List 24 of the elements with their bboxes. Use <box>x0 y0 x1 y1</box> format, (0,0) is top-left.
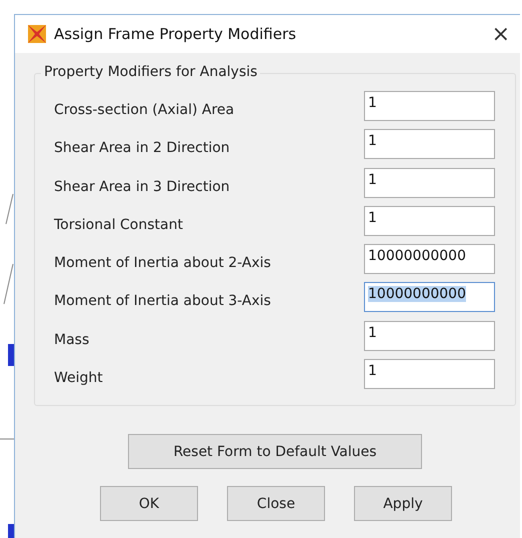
dialog-button[interactable]: Apply <box>354 486 452 521</box>
window-title: Assign Frame Property Modifiers <box>54 25 298 43</box>
dialog-button[interactable]: Close <box>227 486 325 521</box>
dialog-button[interactable]: OK <box>100 486 198 521</box>
field-label: Torsional Constant <box>54 216 183 233</box>
input-field[interactable]: 1 <box>364 91 495 121</box>
field-label: Moment of Inertia about 3-Axis <box>54 292 271 310</box>
input-field[interactable]: 1 <box>364 206 495 236</box>
field-label: Cross-section (Axial) Area <box>54 101 234 118</box>
input-field[interactable]: 1 <box>364 320 495 351</box>
input-field[interactable]: 1 <box>364 359 495 390</box>
input-field[interactable]: 10000000000 <box>364 282 495 312</box>
group-title: Property Modifiers for Analysis <box>41 64 260 80</box>
close-button[interactable]: × <box>486 22 516 46</box>
field-label: Mass <box>54 330 90 348</box>
field-label: Shear Area in 2 Direction <box>54 139 230 156</box>
app-icon <box>27 24 47 44</box>
field-label: Weight <box>54 369 103 386</box>
field-label: Moment of Inertia about 2-Axis <box>54 254 271 272</box>
reset-button[interactable]: Reset Form to Default Values <box>128 434 422 469</box>
input-field[interactable]: 1 <box>364 129 495 160</box>
field-label: Shear Area in 3 Direction <box>54 178 230 195</box>
input-field[interactable]: 10000000000 <box>364 244 495 274</box>
input-field[interactable]: 1 <box>364 168 495 198</box>
